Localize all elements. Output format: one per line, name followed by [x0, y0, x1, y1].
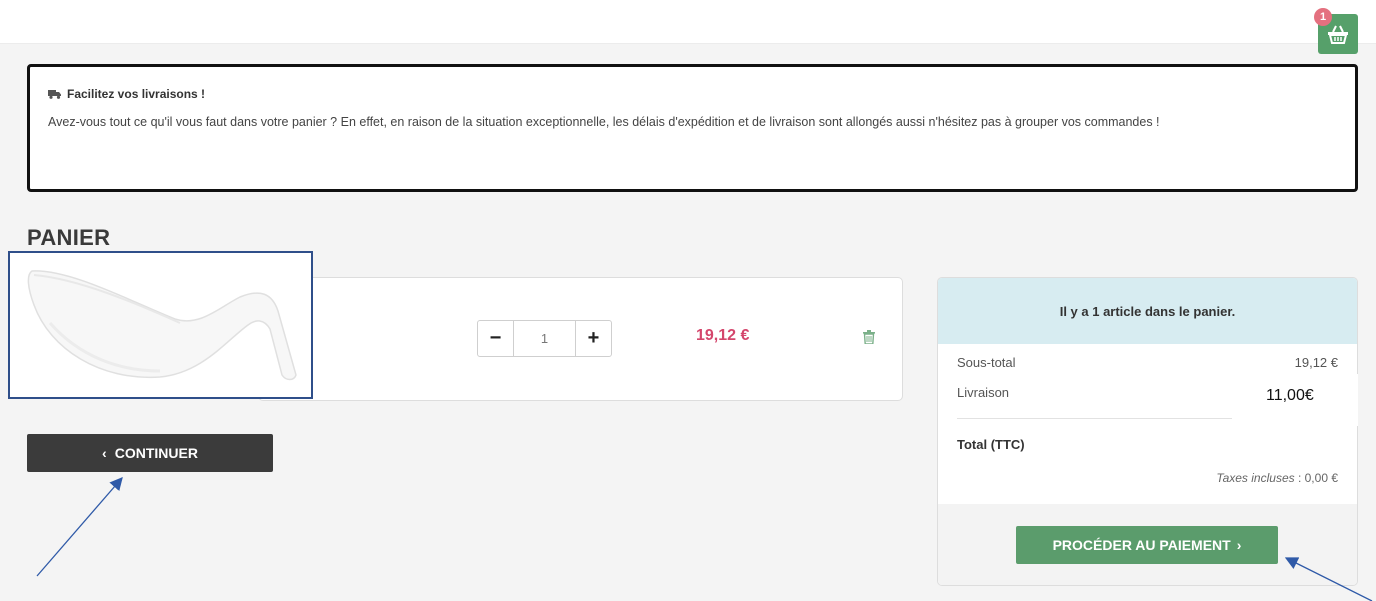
quantity-stepper: − + [477, 320, 612, 357]
continue-shopping-button[interactable]: ‹ CONTINUER [27, 434, 273, 472]
taxes-label: Taxes incluses [1216, 471, 1295, 485]
notice-text: Avez-vous tout ce qu'il vous faut dans v… [48, 115, 1160, 129]
item-price: 19,12 € [696, 327, 750, 344]
subtotal-label: Sous-total [957, 355, 1016, 370]
subtotal-value: 19,12 € [1294, 355, 1338, 370]
shipping-label: Livraison [957, 385, 1010, 400]
delivery-notice: Facilitez vos livraisons ! Avez-vous tou… [27, 64, 1358, 192]
top-navigation-bar: 1 [0, 0, 1376, 54]
cart-button[interactable]: 1 [1314, 8, 1358, 54]
total-label: Total (TTC) [957, 437, 1025, 452]
white-bowl-image [27, 270, 297, 381]
decrease-quantity-button[interactable]: − [478, 321, 513, 356]
chevron-right-icon: › [1236, 537, 1242, 553]
cart-count-badge: 1 [1314, 8, 1332, 26]
shopping-basket-icon [1328, 25, 1348, 44]
taxes-line: Taxes incluses : 0,00 € [1216, 471, 1338, 485]
continue-label: CONTINUER [114, 445, 198, 461]
summary-divider [957, 418, 1233, 419]
annotation-arrow-continue [36, 477, 123, 577]
notice-title: Facilitez vos livraisons ! [67, 87, 206, 101]
trash-icon[interactable] [863, 330, 875, 349]
quantity-input[interactable] [513, 321, 576, 356]
chevron-left-icon: ‹ [102, 445, 107, 461]
summary-header: Il y a 1 article dans le panier. [938, 278, 1357, 344]
truck-icon [48, 90, 61, 99]
product-image[interactable] [8, 251, 313, 399]
checkout-label: PROCÉDER AU PAIEMENT [1052, 537, 1231, 553]
page-title: PANIER [27, 225, 111, 250]
notice-heading: Facilitez vos livraisons ! [48, 87, 1337, 101]
shipping-value: 11,00€ [1266, 387, 1314, 404]
checkout-button[interactable]: PROCÉDER AU PAIEMENT › [1016, 526, 1278, 564]
taxes-value: : 0,00 € [1297, 471, 1338, 485]
increase-quantity-button[interactable]: + [576, 321, 611, 356]
